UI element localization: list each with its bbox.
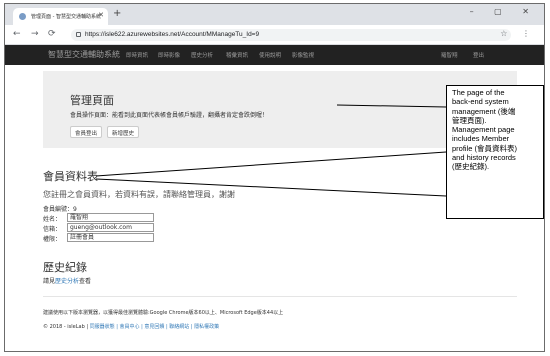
nav-item-history-analysis[interactable]: 歷史分析 bbox=[191, 51, 213, 59]
field-role-row: 權限： 註冊會員 bbox=[43, 233, 154, 243]
address-bar[interactable]: https://isle622.azurewebsites.net/Accoun… bbox=[71, 29, 511, 41]
email-field[interactable]: gueng@outlook.com bbox=[67, 223, 154, 232]
annotation-callout: The page of the back-end system manageme… bbox=[446, 85, 544, 219]
history-prefix: 請見 bbox=[43, 278, 56, 285]
field-email-label: 信箱： bbox=[43, 226, 62, 233]
member-id: 會員編號：9 bbox=[43, 206, 77, 213]
history-analysis-link[interactable]: 歷史分析 bbox=[55, 278, 79, 285]
toolbar-menu-icons[interactable]: ☆ ⋮ bbox=[500, 29, 536, 38]
url-text: https://isle622.azurewebsites.net/Accoun… bbox=[85, 31, 260, 38]
browser-recommendation: 建議使用以下版本瀏覽器，以獲得最佳瀏覽體驗:Google Chrome版本60以… bbox=[43, 310, 284, 316]
callout-line: includes Member bbox=[452, 134, 510, 144]
callout-line: profile (會員資料表) bbox=[452, 143, 518, 153]
nav-user-name[interactable]: 羅智翔 bbox=[441, 51, 458, 59]
tab-close-icon[interactable]: ✕ bbox=[98, 11, 104, 19]
reload-icon[interactable]: ⟳ bbox=[48, 29, 56, 39]
history-suffix: 查看 bbox=[79, 278, 92, 285]
favicon-icon bbox=[19, 13, 26, 20]
nav-item-monitor[interactable]: 影像監視 bbox=[292, 51, 314, 59]
forward-icon[interactable]: → bbox=[31, 29, 39, 39]
role-field[interactable]: 註冊會員 bbox=[67, 233, 154, 242]
lock-icon bbox=[76, 32, 81, 37]
tab-strip: 管理頁面 - 智慧型交通輔助系統 ✕ + – ▢ ✕ bbox=[5, 4, 544, 25]
back-icon[interactable]: ← bbox=[13, 29, 21, 39]
window-controls[interactable]: – ▢ ✕ bbox=[470, 7, 538, 16]
field-name-row: 姓名： 羅智翔 bbox=[43, 213, 154, 223]
callout-line: 管理頁面). bbox=[452, 115, 487, 125]
nav-item-manual[interactable]: 使用說明 bbox=[259, 51, 281, 59]
copyright: © 2018 - isleLab | bbox=[43, 324, 90, 330]
browser-tab[interactable]: 管理頁面 - 智慧型交通輔助系統 ✕ bbox=[13, 8, 108, 25]
logout-link[interactable]: 登出 bbox=[473, 51, 484, 59]
name-field[interactable]: 羅智翔 bbox=[67, 213, 154, 222]
nav-item-realtime-info[interactable]: 即時資訊 bbox=[126, 51, 148, 59]
nav-item-info[interactable]: 稽彙資訊 bbox=[226, 51, 248, 59]
browser-toolbar: ← → ⟳ https://isle622.azurewebsites.net/… bbox=[5, 25, 544, 45]
history-heading: 歷史紀錄 bbox=[43, 261, 87, 274]
footer-links[interactable]: 同服器狀態 | 會員中心 | 意見回饋 | 聯絡網站 | 隱私權政策 bbox=[90, 324, 219, 330]
field-role-label: 權限： bbox=[43, 236, 62, 243]
add-history-button[interactable]: 新增歷史 bbox=[107, 126, 140, 138]
footer: © 2018 - isleLab | 同服器狀態 | 會員中心 | 意見回饋 |… bbox=[43, 323, 219, 330]
field-name-label: 姓名： bbox=[43, 216, 62, 223]
callout-line: and history records bbox=[452, 153, 516, 163]
callout-line: (歷史紀錄). bbox=[452, 162, 490, 172]
member-logout-button[interactable]: 會員登出 bbox=[70, 126, 103, 138]
site-navbar: 智慧型交通輔助系統 即時資訊 即時影像 歷史分析 稽彙資訊 使用說明 影像監視 … bbox=[5, 45, 544, 65]
page-description: 會員操作頁面：能看到此頁面代表帳會員帳戶驗證，翻攝者肯定會跌倒喔！ bbox=[70, 112, 269, 119]
footer-divider bbox=[43, 296, 517, 297]
member-profile-heading: 會員資料表 bbox=[43, 170, 98, 183]
site-brand[interactable]: 智慧型交通輔助系統 bbox=[48, 49, 120, 60]
page-title: 管理頁面 bbox=[70, 94, 114, 107]
history-line: 請見歷史分析查看 bbox=[43, 276, 91, 285]
callout-line: The page of the bbox=[452, 88, 505, 97]
tab-title: 管理頁面 - 智慧型交通輔助系統 bbox=[31, 14, 101, 20]
field-email-row: 信箱： gueng@outlook.com bbox=[43, 223, 154, 233]
new-tab-button[interactable]: + bbox=[113, 9, 121, 19]
callout-line: management (後端 bbox=[452, 106, 516, 116]
member-profile-subtitle: 您註冊之會員資料，若資料有誤，請聯絡管理員，謝謝 bbox=[43, 190, 235, 199]
callout-line: back-end system bbox=[452, 97, 509, 107]
nav-item-realtime-video[interactable]: 即時影像 bbox=[158, 51, 180, 59]
callout-line: Management page bbox=[452, 125, 515, 135]
